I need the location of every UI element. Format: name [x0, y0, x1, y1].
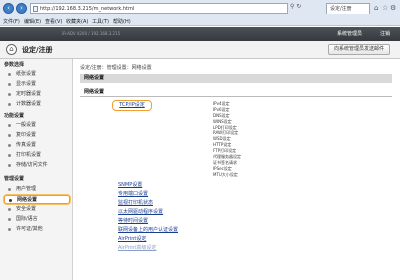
sidebar-section-title: 参数选择	[4, 62, 25, 68]
bullet-icon	[8, 144, 11, 147]
sidebar-item-store[interactable]: 存储/访问文件	[4, 161, 70, 170]
menu-tools[interactable]: 工具(T)	[92, 18, 109, 25]
sidebar-item-user-mgmt[interactable]: 用户管理	[4, 185, 70, 194]
page-icon	[33, 6, 38, 12]
menu-file[interactable]: 文件(F)	[3, 18, 20, 25]
back-arrow-icon[interactable]: ‹	[3, 3, 14, 14]
bullet-icon	[8, 93, 11, 96]
portal-home-icon[interactable]: ⌂	[6, 44, 17, 55]
bullet-icon	[8, 83, 11, 86]
sidebar-item-counter[interactable]: 计数器设置	[4, 100, 70, 109]
url-text: http://192.168.3.215/m_network.html	[40, 6, 135, 12]
sidebar-item-license[interactable]: 许可证/其他	[4, 225, 70, 234]
menu-edit[interactable]: 编辑(E)	[24, 18, 41, 25]
bullet-icon	[9, 199, 12, 202]
bullet-icon	[8, 103, 11, 106]
settings-links: SNMP设置 专用端口设置 监视打印机状态 以太网驱动程序设置 等待时间设置 联…	[118, 181, 318, 253]
gear-icon[interactable]: ⚙	[390, 4, 396, 12]
link-user-auth[interactable]: 联网设备上的用户认证设置	[118, 226, 318, 235]
link-ethernet-driver[interactable]: 以太网驱动程序设置	[118, 208, 318, 217]
app-header: iR-ADV 4200 / 192.168.3.215 系统管理员 注销	[0, 27, 400, 41]
browser-tab[interactable]: 设定/注册	[326, 3, 370, 14]
link-dedicated-port[interactable]: 专用端口设置	[118, 190, 318, 199]
address-tools[interactable]: ⚲ ↻	[290, 3, 301, 10]
sidebar-item-network[interactable]: 网络设置	[4, 195, 70, 204]
device-meta: iR-ADV 4200 / 192.168.3.215	[62, 31, 121, 36]
page-title: 设定/注册	[22, 46, 53, 54]
search-icon[interactable]: ⚲	[290, 3, 294, 10]
list-item: MTU大小设定	[213, 171, 238, 177]
bullet-icon	[8, 218, 11, 221]
link-monitor-status[interactable]: 监视打印机状态	[118, 199, 318, 208]
forward-arrow-icon[interactable]: ›	[16, 3, 27, 14]
title-bar: ⌂ 设定/注册 向系统管理员发送邮件	[0, 41, 400, 59]
menu-help[interactable]: 帮助(H)	[113, 18, 131, 25]
breadcrumb: 设定/注册：管理设置：网络设置	[80, 65, 152, 71]
link-airprint-advanced[interactable]: AirPrint高级设定	[118, 244, 318, 253]
bullet-icon	[8, 164, 11, 167]
home-icon[interactable]: ⌂	[374, 4, 378, 12]
address-bar[interactable]: http://192.168.3.215/m_network.html	[30, 3, 288, 14]
sidebar: 参数选择 纸张设置 显示设置 定时器设置 计数器设置 功能设置 一般设置 复印设…	[0, 59, 73, 280]
logout-link[interactable]: 注销	[380, 30, 390, 37]
browser-chrome: ‹ › http://192.168.3.215/m_network.html …	[0, 0, 400, 26]
sidebar-item-paper[interactable]: 纸张设置	[4, 70, 70, 79]
sidebar-item-timer[interactable]: 定时器设置	[4, 90, 70, 99]
tcp-sub-items: IPv4设定 IPv6设定 DNS设定 WINS设定 LPD打印设定 RAW打印…	[213, 101, 323, 178]
tcp-ip-settings-link[interactable]: TCP/IP设定	[112, 100, 152, 111]
menu-favorites[interactable]: 收藏夹(A)	[66, 18, 88, 25]
sidebar-item-general[interactable]: 一般设置	[4, 121, 70, 130]
sidebar-section-title: 功能设置	[4, 113, 25, 119]
star-icon[interactable]: ☆	[382, 4, 388, 12]
bullet-icon	[8, 134, 11, 137]
link-wait-time[interactable]: 等待时间设置	[118, 217, 318, 226]
link-snmp[interactable]: SNMP设置	[118, 181, 318, 190]
bullet-icon	[8, 154, 11, 157]
sidebar-item-language[interactable]: 国际/语言	[4, 215, 70, 224]
sidebar-section-title: 管理设置	[4, 176, 25, 182]
sidebar-item-printer[interactable]: 打印机设置	[4, 151, 70, 160]
menu-view[interactable]: 查看(V)	[45, 18, 62, 25]
bullet-icon	[8, 188, 11, 191]
menu-bar: 文件(F) 编辑(E) 查看(V) 收藏夹(A) 工具(T) 帮助(H)	[0, 16, 400, 26]
refresh-icon[interactable]: ↻	[296, 3, 301, 10]
sidebar-item-fax[interactable]: 传真设置	[4, 141, 70, 150]
mail-admin-button[interactable]: 向系统管理员发送邮件	[328, 44, 390, 55]
bullet-icon	[8, 124, 11, 127]
sidebar-item-display[interactable]: 显示设置	[4, 80, 70, 89]
bullet-icon	[8, 208, 11, 211]
sidebar-item-security[interactable]: 安全设置	[4, 205, 70, 214]
user-name: 系统管理员	[336, 31, 362, 37]
section-title: 网络设置	[80, 74, 392, 83]
bullet-icon	[8, 228, 11, 231]
subsection-title: 网络设置	[80, 88, 392, 97]
link-airprint[interactable]: AirPrint设定	[118, 235, 318, 244]
bullet-icon	[8, 73, 11, 76]
sidebar-item-copy[interactable]: 复印设置	[4, 131, 70, 140]
